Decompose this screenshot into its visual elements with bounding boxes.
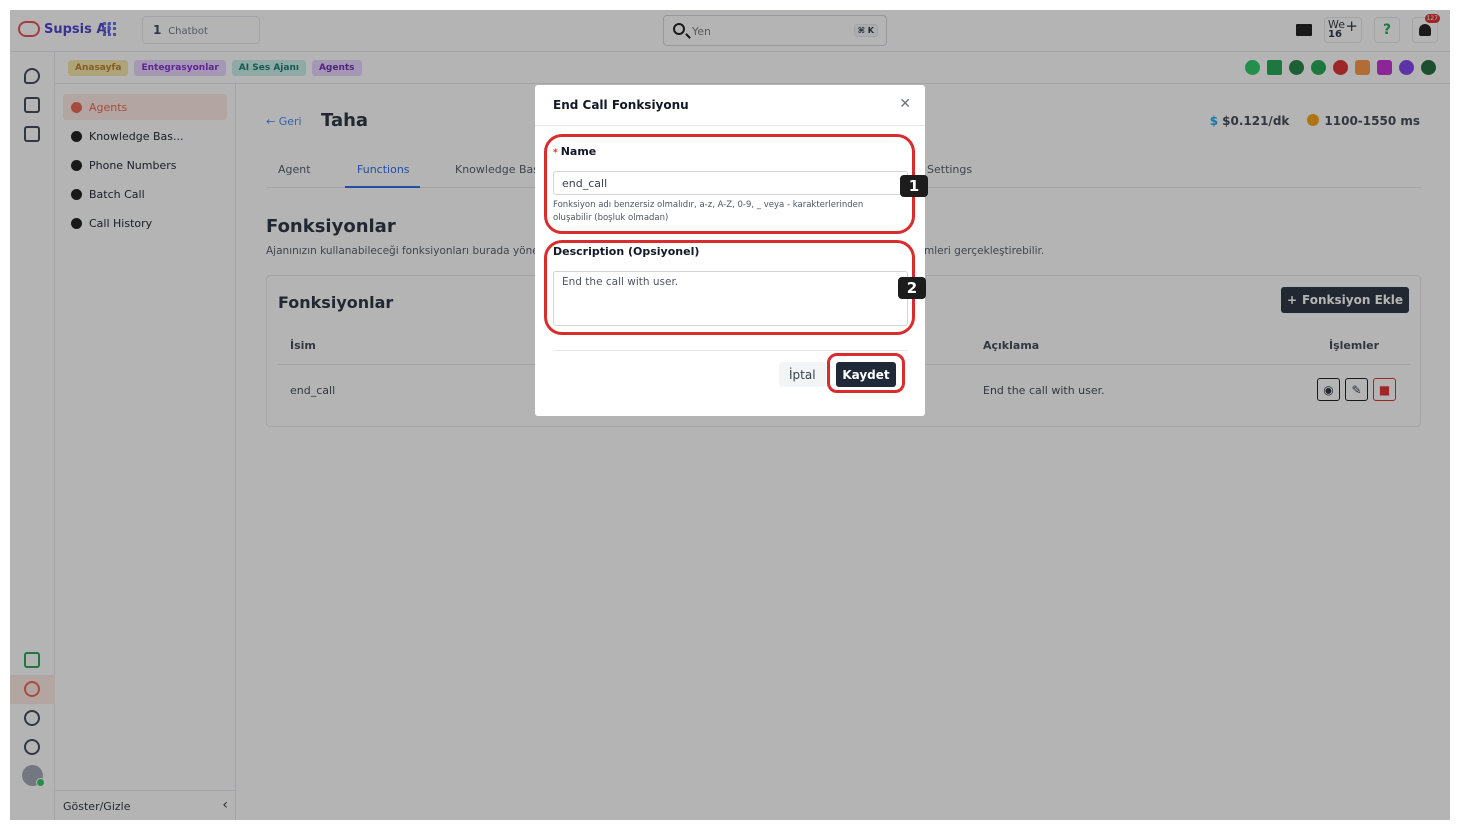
dialog-title: End Call Fonksiyonu [553, 98, 689, 112]
name-hint: Fonksiyon adı benzersiz olmalıdır, a-z, … [553, 200, 864, 223]
app-window: Supsis Ai 1 Chatbot ⌘ K We 16 + ? 127 [10, 10, 1450, 820]
description-label: Description (Opsiyonel) [553, 245, 700, 258]
name-label: * Name [553, 145, 596, 158]
close-icon[interactable]: ✕ [899, 96, 911, 112]
required-marker: * [553, 148, 558, 158]
dialog-footer-divider [553, 350, 908, 351]
name-label-text: Name [560, 145, 597, 158]
dialog-divider [535, 125, 925, 126]
cancel-button[interactable]: İptal [779, 362, 826, 387]
function-description-input[interactable]: End the call with user. [553, 271, 908, 326]
step-marker-1: 1 [900, 175, 928, 197]
step-marker-2: 2 [898, 277, 926, 299]
function-name-input[interactable] [553, 171, 908, 195]
end-call-function-dialog: End Call Fonksiyonu ✕ *Name Fonksiyon ad… [535, 85, 925, 416]
save-button[interactable]: Kaydet [836, 362, 896, 387]
